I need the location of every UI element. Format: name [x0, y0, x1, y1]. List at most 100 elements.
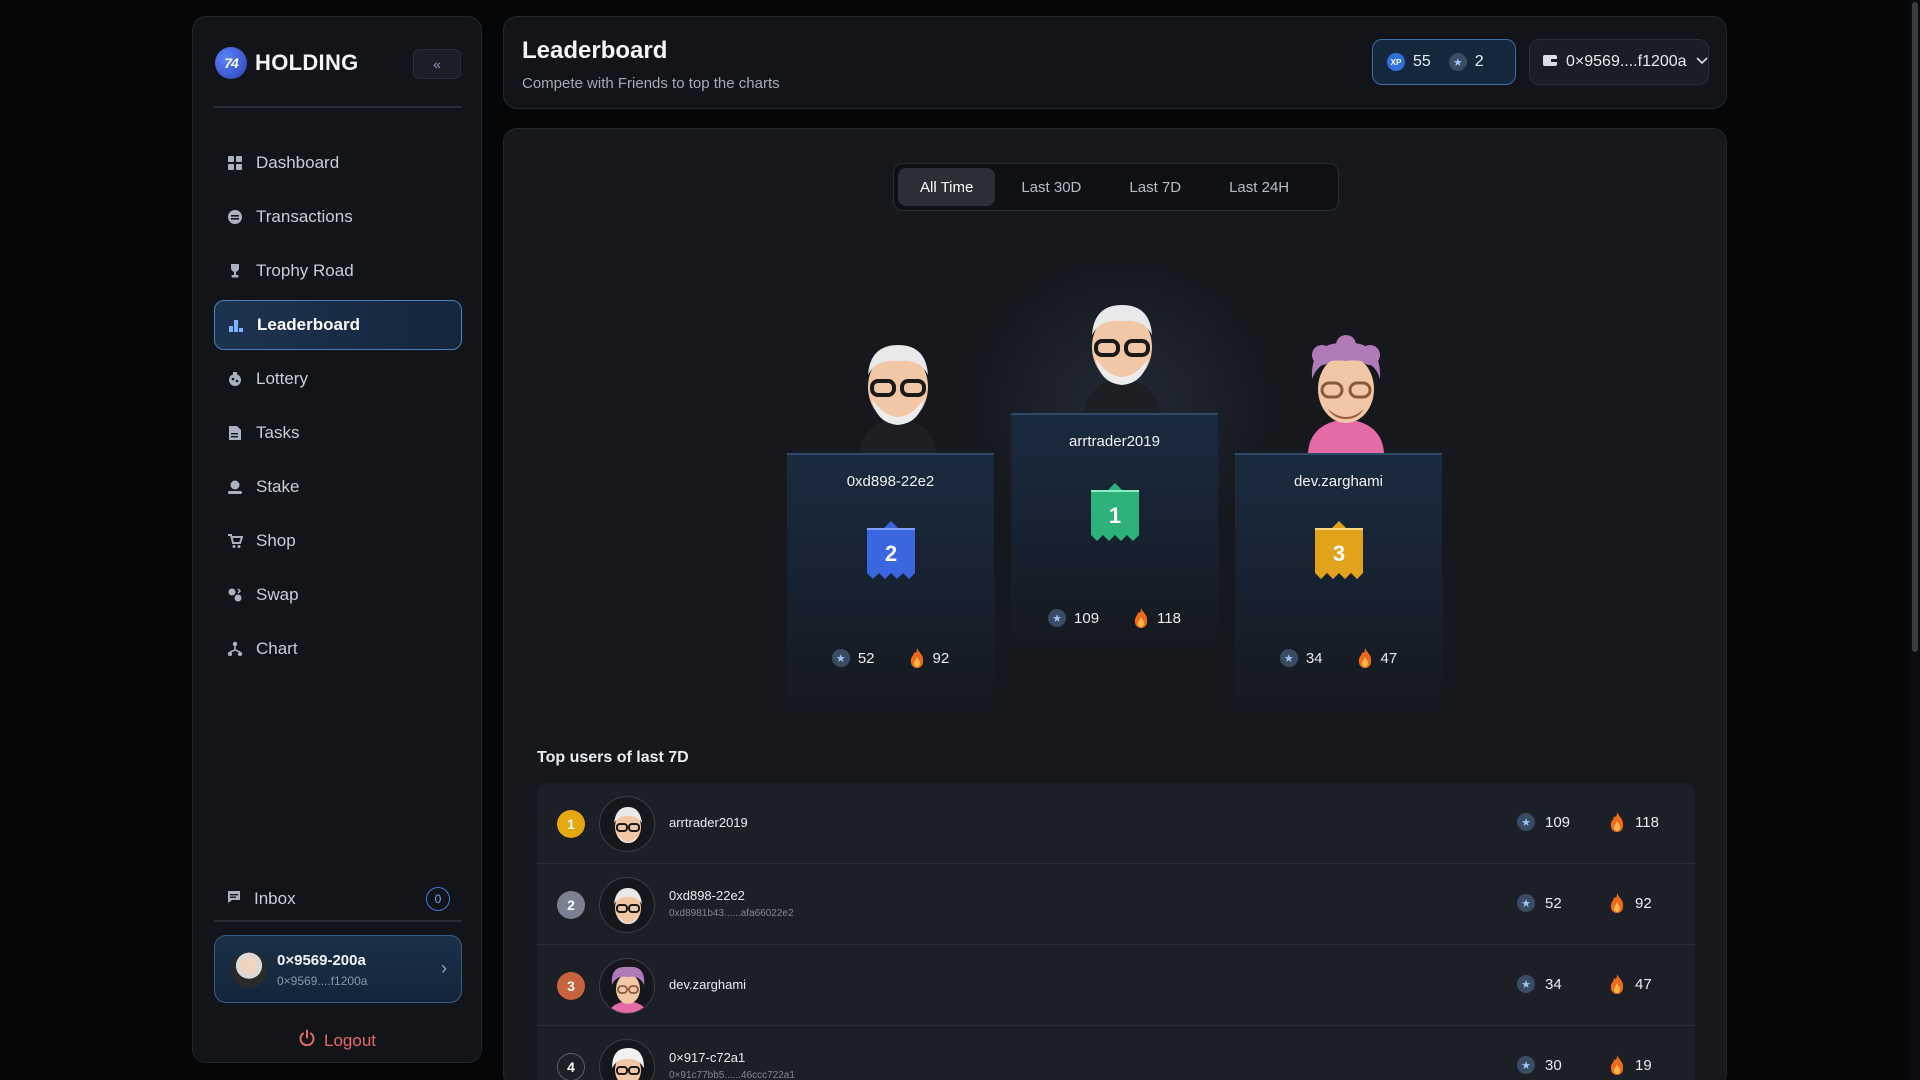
- sidebar-item-label: Tasks: [256, 423, 300, 442]
- lottery-icon: [226, 370, 244, 388]
- podium-third[interactable]: dev.zarghami 3 ★ 34 47: [1235, 453, 1442, 713]
- star-icon: ★: [1517, 975, 1535, 993]
- star-count: 30: [1545, 1056, 1562, 1074]
- table-row[interactable]: 3 dev.zarghami ★ 34 47: [537, 945, 1695, 1026]
- wallet-dropdown[interactable]: 0×9569....f1200a: [1529, 39, 1709, 85]
- flame-icon: [1358, 648, 1371, 668]
- podium-stats: ★ 109 118: [1011, 607, 1218, 629]
- swap-icon: [226, 586, 244, 604]
- page-scrollbar[interactable]: [1910, 0, 1920, 1080]
- trophy-icon: [226, 262, 244, 280]
- account-address: 0×9569....f1200a: [277, 974, 368, 988]
- grid-icon: [226, 154, 244, 172]
- rank-1-badge: 1: [1089, 483, 1141, 554]
- sidebar-item-transactions[interactable]: Transactions: [214, 192, 462, 242]
- star-icon: ★: [831, 649, 850, 667]
- star-count: 34: [1545, 975, 1562, 993]
- flame-icon: [1610, 974, 1624, 994]
- podium-name: 0xd898-22e2: [846, 473, 935, 490]
- flame-icon: [1610, 812, 1624, 832]
- streak-count: 47: [1635, 975, 1652, 993]
- page-title: Leaderboard: [522, 37, 668, 64]
- sidebar-item-label: Lottery: [256, 369, 308, 388]
- sidebar-item-lottery[interactable]: Lottery: [214, 354, 462, 404]
- star-count: 52: [857, 649, 875, 667]
- table-row[interactable]: 4 0×917-c72a1 0×91c77bb5......46ccc722a1…: [537, 1026, 1695, 1080]
- flame-icon: [1610, 893, 1624, 913]
- sidebar-item-tasks[interactable]: Tasks: [214, 408, 462, 458]
- row-username: dev.zarghami: [669, 977, 747, 992]
- podium-avatar-second: [850, 335, 946, 453]
- flame-icon: [910, 648, 923, 668]
- streak-count: 118: [1635, 813, 1659, 831]
- rank-badge: 4: [557, 1053, 585, 1080]
- sidebar-item-trophy-road[interactable]: Trophy Road: [214, 246, 462, 296]
- rank-2-badge: 2: [865, 521, 917, 592]
- svg-text:3: 3: [1333, 541, 1345, 566]
- star-count: 109: [1074, 609, 1100, 627]
- sidebar-item-stake[interactable]: Stake: [214, 462, 462, 512]
- sidebar-item-shop[interactable]: Shop: [214, 516, 462, 566]
- logout-label: Logout: [324, 1030, 376, 1050]
- tab-all-time[interactable]: All Time: [898, 168, 996, 206]
- time-range-tabs: All Time Last 30D Last 7D Last 24H: [893, 163, 1339, 211]
- sidebar-item-label: Chart: [256, 639, 298, 658]
- wallet-address: 0×9569....f1200a: [1566, 53, 1687, 70]
- xp-value: 55: [1413, 53, 1431, 70]
- avatar: [599, 877, 655, 933]
- star-value: 2: [1474, 53, 1484, 70]
- sidebar-item-label: Swap: [256, 585, 299, 604]
- sidebar-item-label: Dashboard: [256, 153, 340, 172]
- brand-logo: 74: [215, 47, 247, 79]
- podium-stats: ★ 52 92: [787, 647, 994, 669]
- row-address: 0xd8981b43......afa66022e2: [669, 908, 794, 919]
- star-count: 52: [1545, 894, 1562, 912]
- tab-last-7d[interactable]: Last 7D: [1107, 168, 1203, 206]
- leaderboard-list: 1 arrtrader2019 ★ 109 118 2 0xd898-22e2 0…: [537, 783, 1695, 1080]
- chat-icon: [226, 889, 242, 910]
- scrollbar-thumb[interactable]: [1912, 2, 1918, 652]
- logout-button[interactable]: Logout: [193, 1029, 481, 1052]
- tab-last-30d[interactable]: Last 30D: [999, 168, 1103, 206]
- account-name: 0×9569-200a: [277, 952, 366, 969]
- podium-second[interactable]: 0xd898-22e2 2 ★ 52 92: [787, 453, 994, 713]
- xp-stat: XP 55: [1387, 53, 1431, 71]
- star-icon: ★: [1048, 609, 1067, 627]
- star-count: 34: [1305, 649, 1323, 667]
- star-count: 109: [1545, 813, 1571, 831]
- table-row[interactable]: 1 arrtrader2019 ★ 109 118: [537, 783, 1695, 864]
- cart-icon: [226, 532, 244, 550]
- rank-badge: 2: [557, 891, 585, 919]
- rank-badge: 3: [557, 972, 585, 1000]
- list-title: Top users of last 7D: [537, 749, 689, 766]
- sidebar-item-swap[interactable]: Swap: [214, 570, 462, 620]
- podium-avatar-third: [1298, 335, 1394, 453]
- sidebar-item-dashboard[interactable]: Dashboard: [214, 138, 462, 188]
- tab-last-24h[interactable]: Last 24H: [1207, 168, 1311, 206]
- row-username: arrtrader2019: [669, 815, 748, 830]
- sidebar-item-chart[interactable]: Chart: [214, 624, 462, 674]
- row-stats: ★ 30 19: [1517, 1054, 1665, 1076]
- xp-icon: XP: [1387, 53, 1405, 71]
- user-stats-pill[interactable]: XP 55 ★ 2: [1372, 39, 1516, 85]
- table-row[interactable]: 2 0xd898-22e2 0xd8981b43......afa66022e2…: [537, 864, 1695, 945]
- star-icon: ★: [1517, 1056, 1535, 1074]
- page-subtitle: Compete with Friends to top the charts: [522, 75, 780, 92]
- rank-3-badge: 3: [1313, 521, 1365, 592]
- brand-name: HOLDING: [255, 50, 359, 75]
- sidebar-item-label: Leaderboard: [257, 315, 360, 334]
- collapse-sidebar-button[interactable]: «: [413, 49, 461, 79]
- row-username: 0×917-c72a1: [669, 1050, 746, 1065]
- account-card[interactable]: 0×9569-200a 0×9569....f1200a ›: [214, 935, 462, 1003]
- sidebar-item-leaderboard[interactable]: Leaderboard: [214, 300, 462, 350]
- brand[interactable]: 74 HOLDING: [215, 47, 359, 79]
- podium-name: arrtrader2019: [1069, 433, 1160, 450]
- svg-text:1: 1: [1109, 503, 1121, 528]
- avatar: [599, 958, 655, 1014]
- star-icon: ★: [1517, 894, 1535, 912]
- bars-icon: [227, 316, 245, 334]
- document-icon: [226, 424, 244, 442]
- sidebar-item-inbox[interactable]: Inbox 0: [214, 879, 462, 919]
- svg-text:2: 2: [885, 541, 897, 566]
- podium-first[interactable]: arrtrader2019 1 ★ 109 118: [1011, 413, 1218, 653]
